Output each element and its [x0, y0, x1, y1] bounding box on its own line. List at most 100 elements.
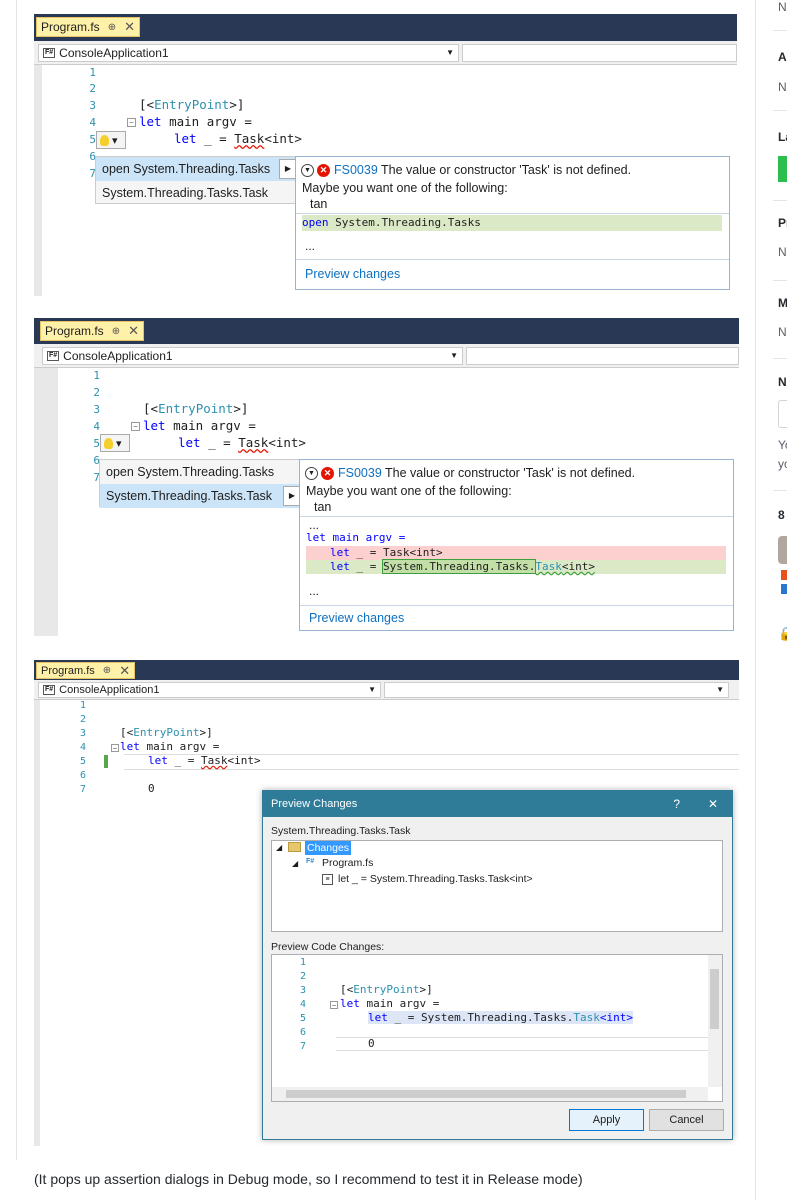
tab-program-fs[interactable]: Program.fs ⊕ ✕ [40, 321, 144, 341]
tab-label: Program.fs [45, 324, 104, 338]
content-left-border [16, 0, 17, 1160]
fold-toggle-icon[interactable]: − [131, 422, 140, 431]
diff-removed-line: let _ = Task<int> [306, 546, 726, 560]
tree-expand-icon[interactable]: ◢ [292, 859, 298, 868]
menu-item-open-namespace[interactable]: open System.Threading.Tasks [100, 460, 299, 484]
pin-icon[interactable]: ⊕ [108, 22, 116, 33]
expand-icon[interactable]: ▼ [301, 164, 314, 178]
close-icon[interactable]: ✕ [128, 323, 139, 339]
tree-item-file[interactable]: Program.fs [322, 857, 373, 869]
sidebar-separator [773, 200, 787, 201]
line-number: 3 [93, 403, 100, 416]
line-number: 1 [89, 66, 96, 79]
line-number: 1 [79, 700, 86, 711]
project-dropdown[interactable]: F# ConsoleApplication1 ▼ [38, 44, 459, 62]
pin-icon[interactable]: ⊕ [112, 326, 120, 337]
sidebar-separator [773, 358, 787, 359]
scrollbar-thumb[interactable] [710, 969, 719, 1029]
line-number: 5 [93, 437, 100, 450]
expand-icon[interactable]: ▼ [305, 467, 318, 481]
help-icon[interactable]: ? [673, 791, 680, 817]
fsharp-file-icon: F# [306, 858, 315, 865]
preview-changes-link[interactable]: Preview changes [305, 267, 400, 281]
screenshot-1: Program.fs ⊕ ✕ F# ConsoleApplication1 ▼ … [34, 14, 737, 296]
sidebar-separator [773, 30, 787, 31]
navigation-bar: F# ConsoleApplication1 ▼ [34, 41, 737, 65]
fold-toggle-icon[interactable]: − [127, 118, 136, 127]
sidebar-separator [773, 490, 787, 491]
error-icon: ✕ [317, 164, 330, 178]
member-dropdown[interactable] [462, 44, 737, 62]
sidebar-label: N [778, 245, 787, 259]
cancel-button[interactable]: Cancel [649, 1109, 724, 1131]
preview-code-line-4: let main argv = [340, 997, 440, 1010]
tab-program-fs[interactable]: Program.fs ⊕ ✕ [36, 17, 140, 37]
code-line-4: let main argv = [120, 740, 220, 753]
tree-item-changes[interactable]: Changes [305, 841, 352, 855]
line-number: 6 [89, 150, 96, 163]
diff-context-line: let main argv = [306, 531, 406, 544]
separator [296, 259, 729, 260]
fold-toggle-icon[interactable]: − [111, 744, 119, 753]
line-number: 3 [79, 728, 86, 739]
close-icon[interactable]: ✕ [708, 791, 718, 817]
sidebar-separator [773, 110, 787, 111]
lightbulb-icon[interactable]: ▾ [96, 131, 126, 149]
scrollbar-thumb[interactable] [286, 1090, 686, 1098]
project-dropdown[interactable]: F# ConsoleApplication1 ▼ [38, 682, 381, 698]
fsharp-icon: F# [43, 48, 56, 58]
error-code-link[interactable]: FS0039 [338, 466, 382, 480]
caption-text: (It pops up assertion dialogs in Debug m… [34, 1171, 583, 1187]
sidebar-label: La [778, 130, 787, 144]
screenshot-3: Program.fs ⊕ ✕ F# ConsoleApplication1 ▼ … [34, 660, 739, 1146]
menu-item-fully-qualify[interactable]: System.Threading.Tasks.Task [96, 181, 295, 205]
menu-item-fully-qualify[interactable]: System.Threading.Tasks.Task ▶ [100, 484, 301, 508]
document-tab-bar: Program.fs ⊕ ✕ [34, 660, 739, 680]
maybe-text: Maybe you want one of the following: [302, 181, 508, 195]
tab-label: Program.fs [41, 664, 95, 677]
sidebar-button[interactable] [778, 400, 787, 428]
chevron-down-icon: ▼ [368, 685, 376, 694]
line-number: 2 [299, 971, 306, 982]
code-changes-label: Preview Code Changes: [271, 941, 385, 953]
close-icon[interactable]: ✕ [124, 19, 135, 35]
line-number: 1 [93, 369, 100, 382]
margin-strip [34, 65, 42, 296]
suggestion-text: tan [310, 197, 328, 211]
vertical-scrollbar[interactable] [708, 955, 722, 1087]
project-name: ConsoleApplication1 [63, 349, 173, 363]
project-dropdown[interactable]: F# ConsoleApplication1 ▼ [42, 347, 463, 365]
margin-strip [34, 368, 58, 636]
close-icon[interactable]: ✕ [119, 663, 130, 679]
chevron-down-icon: ▼ [450, 351, 458, 360]
line-number: 3 [89, 99, 96, 112]
member-dropdown[interactable] [466, 347, 739, 365]
lightbulb-icon[interactable]: ▾ [100, 434, 130, 452]
code-line-7: 0 [148, 782, 155, 795]
sidebar-label: N [778, 375, 787, 389]
code-line-3: [<EntryPoint>] [139, 97, 245, 112]
document-tab-bar: Program.fs ⊕ ✕ [34, 318, 739, 344]
tab-program-fs[interactable]: Program.fs ⊕ ✕ [36, 662, 136, 679]
tree-expand-icon[interactable]: ◢ [276, 843, 282, 852]
apply-button[interactable]: Apply [569, 1109, 644, 1131]
sidebar-label: Pr [778, 216, 787, 230]
avatar[interactable] [778, 536, 787, 564]
lock-icon: 🔒 [778, 626, 787, 641]
chevron-down-icon: ▼ [716, 685, 724, 694]
tree-item-change[interactable]: let _ = System.Threading.Tasks.Task<int> [338, 873, 533, 885]
member-dropdown[interactable]: ▼ [384, 682, 729, 698]
menu-item-open-namespace[interactable]: open System.Threading.Tasks ▶ [96, 157, 297, 181]
code-line-5: let _ = Task<int> [178, 435, 306, 450]
line-number: 4 [89, 116, 96, 129]
code-line-5: let _ = Task<int> [148, 754, 261, 767]
sidebar-green-badge[interactable] [778, 156, 787, 182]
horizontal-scrollbar[interactable] [272, 1087, 708, 1101]
sidebar-label: A [778, 50, 787, 64]
error-code-link[interactable]: FS0039 [334, 163, 378, 177]
quick-actions-menu: open System.Threading.Tasks ▶ System.Thre… [95, 156, 297, 205]
fold-toggle-icon[interactable]: − [330, 1001, 338, 1010]
preview-changes-link[interactable]: Preview changes [309, 611, 404, 625]
line-number: 7 [299, 1041, 306, 1052]
pin-icon[interactable]: ⊕ [103, 665, 111, 676]
